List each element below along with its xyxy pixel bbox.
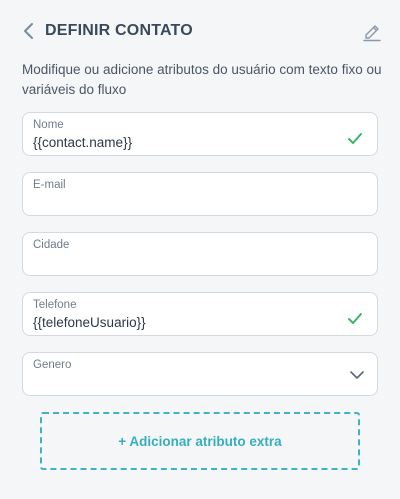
cidade-field[interactable]: Cidade <box>22 232 378 276</box>
add-attribute-button[interactable]: + Adicionar atributo extra <box>40 412 360 470</box>
genero-select[interactable]: Genero <box>22 352 378 396</box>
edit-button[interactable] <box>360 20 384 44</box>
chevron-left-icon <box>24 23 33 39</box>
field-label: Genero <box>33 359 72 371</box>
field-value: {{telefoneUsuario}} <box>33 315 146 330</box>
back-button[interactable] <box>20 20 40 44</box>
header: DEFINIR CONTATO <box>0 0 400 62</box>
check-icon <box>348 313 362 324</box>
email-field[interactable]: E-mail <box>22 172 378 216</box>
field-label: E-mail <box>33 179 66 191</box>
description-text: Modifique ou adicione atributos do usuár… <box>22 62 382 97</box>
field-label: Cidade <box>33 239 70 251</box>
page-title: DEFINIR CONTATO <box>45 22 193 39</box>
field-label: Nome <box>33 119 64 131</box>
pencil-icon <box>363 25 381 42</box>
nome-field[interactable]: Nome {{contact.name}} <box>22 112 378 156</box>
chevron-down-icon <box>350 371 364 379</box>
check-icon <box>348 133 362 144</box>
field-value: {{contact.name}} <box>33 135 133 150</box>
field-label: Telefone <box>33 299 77 311</box>
telefone-field[interactable]: Telefone {{telefoneUsuario}} <box>22 292 378 336</box>
